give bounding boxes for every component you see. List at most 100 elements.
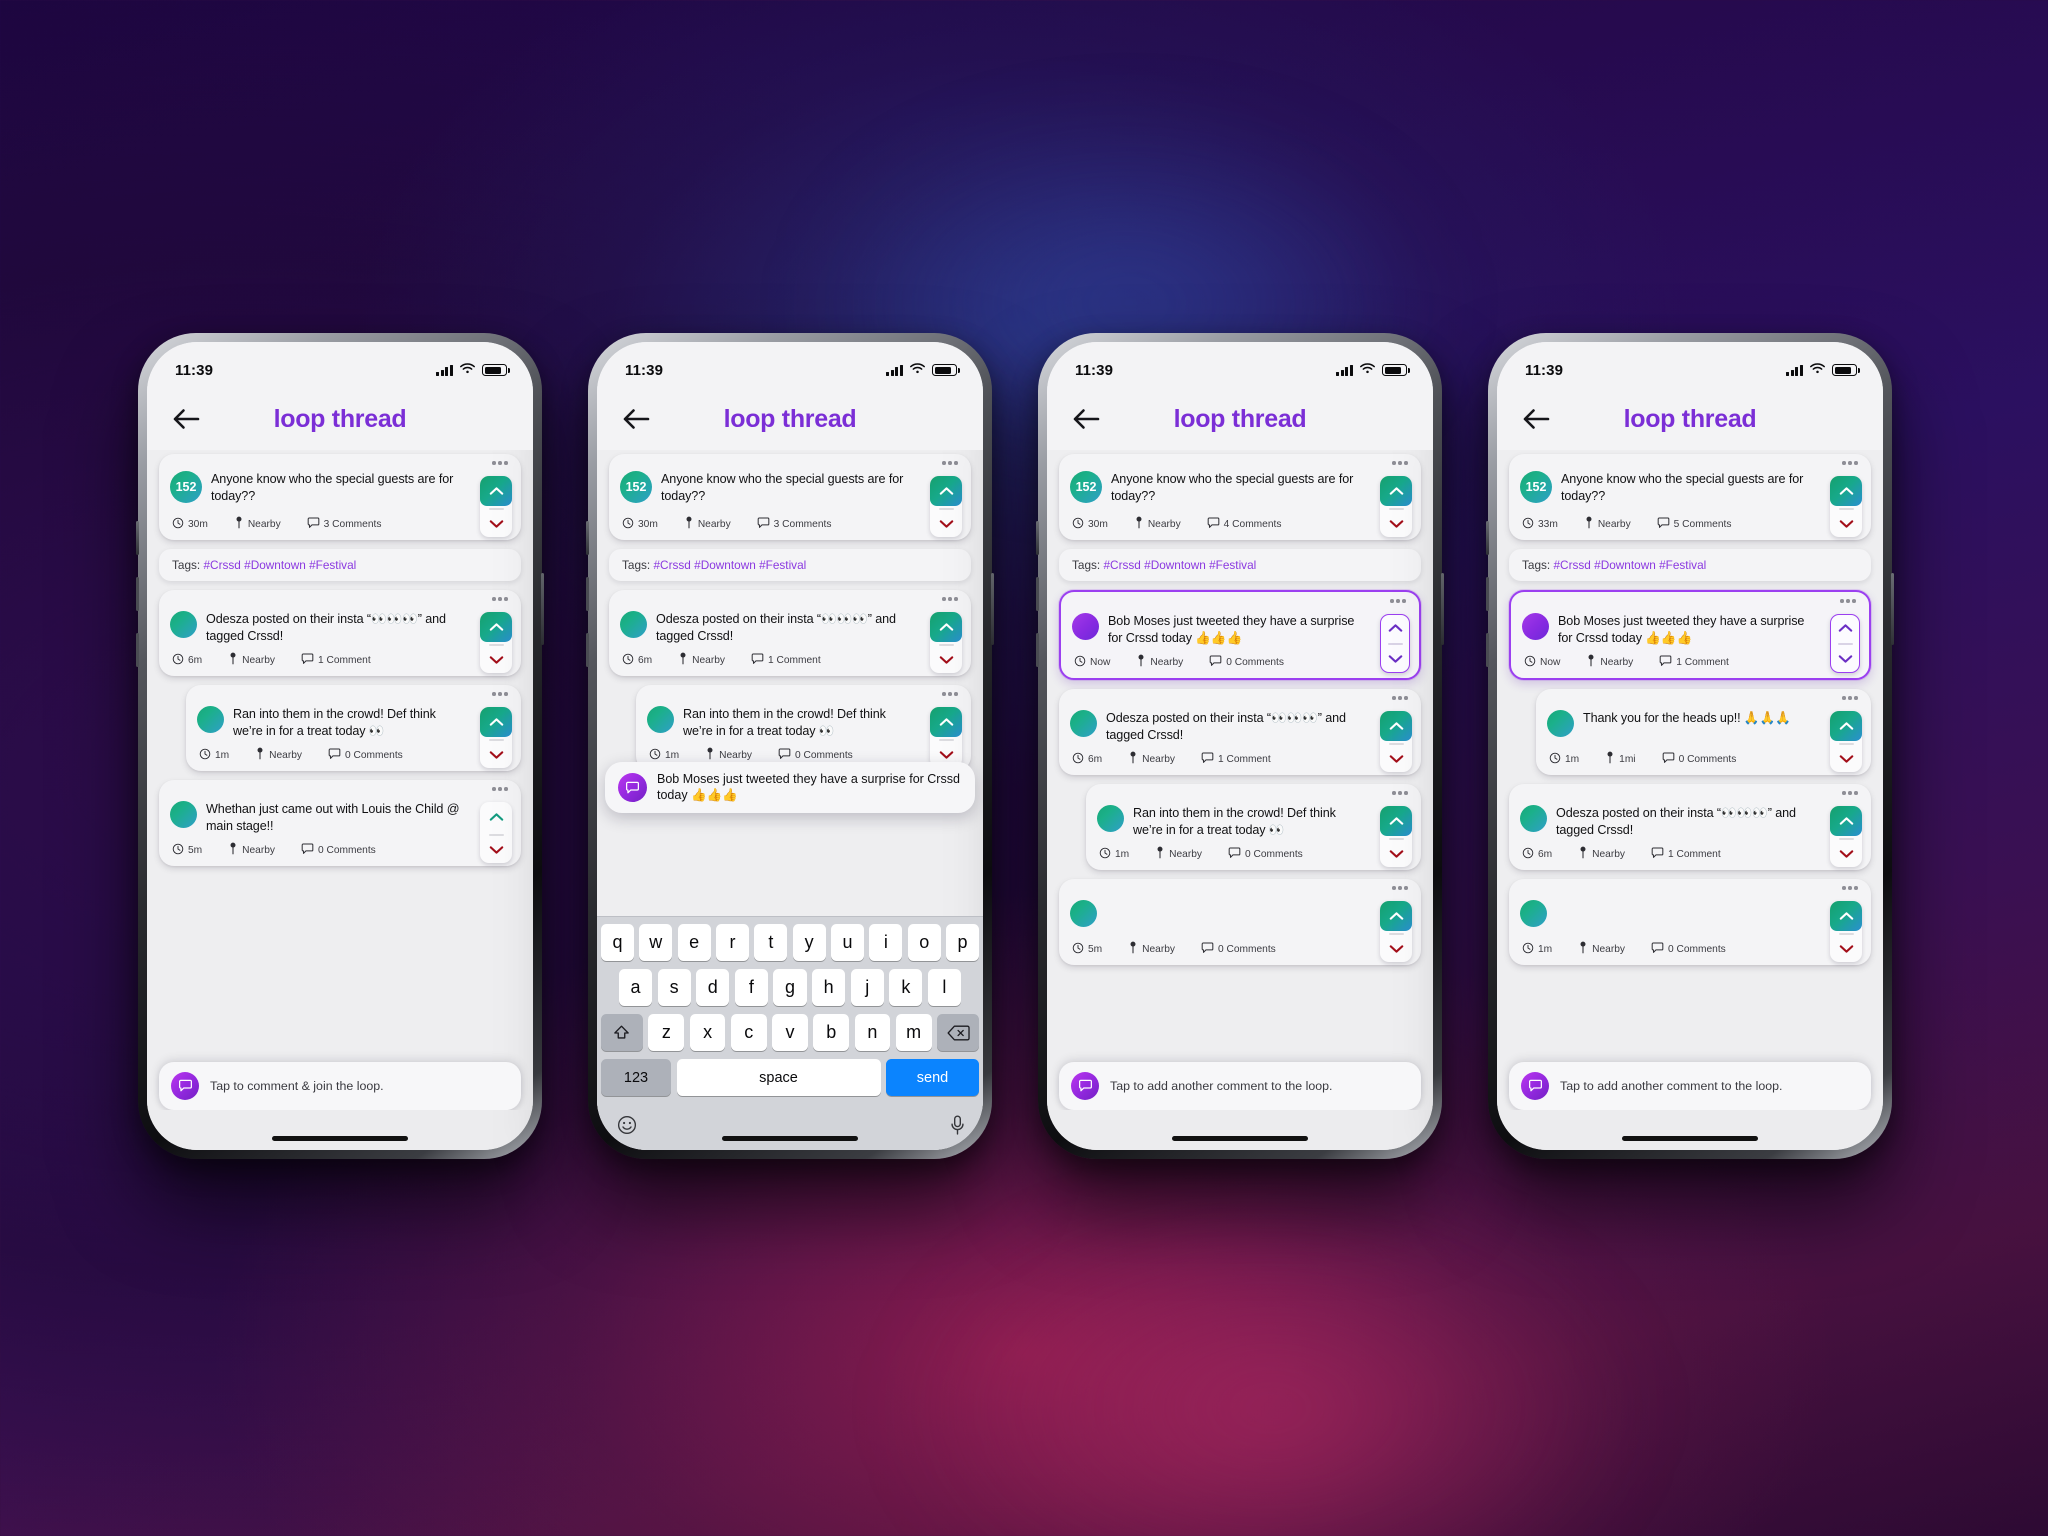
vote-stack[interactable]	[1380, 711, 1412, 772]
key-g[interactable]: g	[773, 969, 807, 1006]
more-options-icon[interactable]	[1842, 461, 1858, 465]
upvote-button[interactable]	[480, 476, 512, 506]
thread-feed[interactable]: 152 Anyone know who the special guests a…	[1497, 450, 1883, 1110]
vote-stack[interactable]	[930, 612, 962, 673]
more-options-icon[interactable]	[1392, 461, 1408, 465]
upvote-button[interactable]	[480, 802, 512, 832]
downvote-button[interactable]	[1380, 841, 1412, 867]
more-options-icon[interactable]	[1392, 886, 1408, 890]
key-r[interactable]: r	[716, 924, 749, 961]
key-j[interactable]: j	[850, 969, 884, 1006]
thread-card[interactable]: Odesza posted on their insta “👀👀👀” and t…	[1059, 689, 1421, 775]
thread-card[interactable]: 152 Anyone know who the special guests a…	[609, 454, 971, 540]
upvote-button[interactable]	[1381, 615, 1409, 641]
more-options-icon[interactable]	[492, 787, 508, 791]
upvote-button[interactable]	[1830, 901, 1862, 931]
arrow-left-icon[interactable]	[619, 402, 653, 436]
vote-stack[interactable]	[1830, 614, 1860, 673]
thread-card[interactable]: 1m Nearby 0 Comments	[1509, 879, 1871, 965]
key-s[interactable]: s	[657, 969, 691, 1006]
send-key[interactable]: send	[886, 1059, 979, 1096]
compose-bar[interactable]: Tap to add another comment to the loop.	[1509, 1062, 1871, 1110]
upvote-button[interactable]	[1380, 901, 1412, 931]
upvote-button[interactable]	[930, 476, 962, 506]
thread-feed[interactable]: 152 Anyone know who the special guests a…	[1047, 450, 1433, 1110]
upvote-button[interactable]	[1380, 711, 1412, 741]
downvote-button[interactable]	[1830, 936, 1862, 962]
downvote-button[interactable]	[1380, 936, 1412, 962]
arrow-left-icon[interactable]	[1069, 402, 1103, 436]
thread-card[interactable]: Odesza posted on their insta “👀👀👀” and t…	[159, 590, 521, 676]
downvote-button[interactable]	[930, 647, 962, 673]
key-f[interactable]: f	[734, 969, 768, 1006]
more-options-icon[interactable]	[942, 597, 958, 601]
meta-comments[interactable]: 0 Comments	[301, 843, 376, 858]
vote-stack[interactable]	[480, 612, 512, 673]
key-i[interactable]: i	[869, 924, 903, 961]
upvote-button[interactable]	[930, 612, 962, 642]
key-c[interactable]: c	[730, 1014, 767, 1051]
tag-downtown[interactable]: #Downtown	[694, 558, 756, 572]
downvote-button[interactable]	[1830, 841, 1862, 867]
vote-stack[interactable]	[480, 802, 512, 863]
vote-stack[interactable]	[1830, 711, 1862, 772]
key-q[interactable]: q	[601, 924, 634, 961]
meta-comments[interactable]: 0 Comments	[1209, 655, 1284, 670]
thread-card[interactable]: 152 Anyone know who the special guests a…	[1509, 454, 1871, 540]
key-l[interactable]: l	[927, 969, 961, 1006]
tag-festival[interactable]: #Festival	[1209, 558, 1256, 572]
key-m[interactable]: m	[895, 1014, 932, 1051]
thread-card[interactable]: Whethan just came out with Louis the Chi…	[159, 780, 521, 866]
emoji-smiley-icon[interactable]	[617, 1115, 637, 1139]
upvote-button[interactable]	[1830, 476, 1862, 506]
thread-card[interactable]: Ran into them in the crowd! Def think we…	[636, 685, 971, 771]
tag-crssd[interactable]: #Crssd	[1553, 558, 1590, 572]
upvote-button[interactable]	[480, 612, 512, 642]
meta-comments[interactable]: 3 Comments	[757, 517, 831, 532]
upvote-button[interactable]	[1830, 806, 1862, 836]
thread-card[interactable]: Ran into them in the crowd! Def think we…	[186, 685, 521, 771]
downvote-button[interactable]	[480, 511, 512, 537]
arrow-left-icon[interactable]	[169, 402, 203, 436]
key-y[interactable]: y	[792, 924, 826, 961]
more-options-icon[interactable]	[942, 461, 958, 465]
vote-stack[interactable]	[930, 476, 962, 537]
upvote-button[interactable]	[930, 707, 962, 737]
more-options-icon[interactable]	[1392, 791, 1408, 795]
downvote-button[interactable]	[480, 837, 512, 863]
meta-comments[interactable]: 1 Comment	[301, 653, 371, 668]
microphone-icon[interactable]	[950, 1115, 965, 1140]
vote-stack[interactable]	[1830, 476, 1862, 537]
typing-reply-bubble[interactable]: Bob Moses just tweeted they have a surpr…	[605, 762, 975, 813]
vote-stack[interactable]	[1380, 901, 1412, 962]
meta-comments[interactable]: 1 Comment	[1201, 752, 1271, 767]
key-u[interactable]: u	[831, 924, 864, 961]
compose-bar[interactable]: Tap to comment & join the loop.	[159, 1062, 521, 1110]
vote-stack[interactable]	[1830, 806, 1862, 867]
tag-festival[interactable]: #Festival	[309, 558, 356, 572]
vote-stack[interactable]	[1380, 614, 1410, 673]
downvote-button[interactable]	[1831, 646, 1859, 672]
key-x[interactable]: x	[689, 1014, 726, 1051]
vote-stack[interactable]	[1830, 901, 1862, 962]
key-o[interactable]: o	[907, 924, 941, 961]
meta-comments[interactable]: 1 Comment	[1659, 655, 1729, 670]
downvote-button[interactable]	[1830, 511, 1862, 537]
more-options-icon[interactable]	[1390, 599, 1406, 603]
thread-card[interactable]: 152 Anyone know who the special guests a…	[1059, 454, 1421, 540]
more-options-icon[interactable]	[492, 597, 508, 601]
downvote-button[interactable]	[480, 742, 512, 768]
thread-card[interactable]: Ran into them in the crowd! Def think we…	[1086, 784, 1421, 870]
more-options-icon[interactable]	[1842, 886, 1858, 890]
tag-crssd[interactable]: #Crssd	[1103, 558, 1140, 572]
vote-stack[interactable]	[1380, 806, 1412, 867]
tag-crssd[interactable]: #Crssd	[653, 558, 690, 572]
vote-stack[interactable]	[1380, 476, 1412, 537]
compose-bar[interactable]: Tap to add another comment to the loop.	[1059, 1062, 1421, 1110]
numbers-key[interactable]: 123	[601, 1059, 671, 1096]
tag-festival[interactable]: #Festival	[759, 558, 806, 572]
key-n[interactable]: n	[854, 1014, 891, 1051]
tag-crssd[interactable]: #Crssd	[203, 558, 240, 572]
thread-feed[interactable]: 152 Anyone know who the special guests a…	[147, 450, 533, 1110]
thread-card[interactable]: 152 Anyone know who the special guests a…	[159, 454, 521, 540]
